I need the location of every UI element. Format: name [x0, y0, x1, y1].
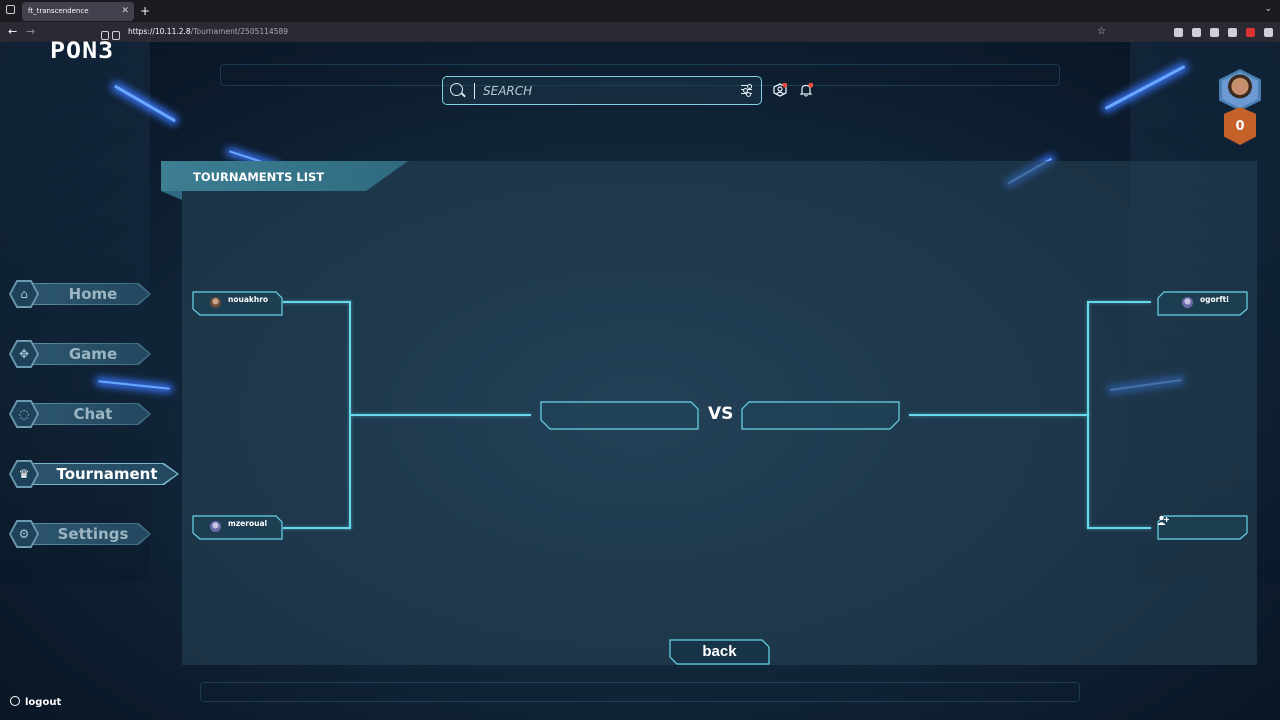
sidebar-item-label: Settings	[57, 525, 129, 543]
gamepad-icon: ✥	[18, 347, 30, 361]
vs-label: VS	[708, 404, 734, 424]
chat-icon: ◌	[18, 407, 30, 421]
tab-title: ft_transcendence	[28, 7, 89, 15]
avatar	[1182, 297, 1193, 308]
tab-close-icon[interactable]: ✕	[121, 2, 129, 21]
search-caret	[474, 83, 475, 99]
final-slot-right	[741, 401, 900, 430]
player-name: nouakhro	[228, 295, 269, 304]
filter-icon[interactable]	[741, 83, 752, 97]
player-slot-right-top[interactable]: ogorfti	[1157, 291, 1248, 316]
trophy-icon: ♛	[18, 467, 30, 481]
logout-button[interactable]: logout	[10, 696, 61, 710]
add-user-icon[interactable]	[1157, 515, 1169, 526]
final-slot-frame	[540, 401, 699, 430]
url-path: /Tournament/2505114589	[190, 27, 289, 36]
bracket-line	[1089, 527, 1151, 529]
bracket-line	[283, 301, 351, 303]
pong-logo[interactable]: PON3	[50, 37, 114, 63]
avatar[interactable]	[1219, 69, 1261, 111]
sidebar-item-label: Chat	[73, 405, 113, 423]
bracket-line	[283, 527, 351, 529]
bracket-line	[909, 414, 1089, 416]
extension-icon[interactable]	[1210, 28, 1219, 37]
browser-navbar: ← → https://10.11.2.8/Tournament/2505114…	[0, 22, 1280, 42]
avatar	[210, 297, 221, 308]
player-name: ogorfti	[1200, 295, 1229, 304]
browser-tab[interactable]: ft_transcendence ✕	[22, 2, 134, 21]
notification-bell-icon[interactable]	[799, 83, 813, 97]
player-name: mzeroual	[228, 519, 268, 528]
logout-icon	[10, 696, 20, 706]
player-slot-left-top[interactable]: nouakhro	[192, 291, 283, 316]
back-button[interactable]: back	[669, 639, 770, 665]
bg-frame	[200, 682, 1080, 702]
search-input[interactable]	[483, 80, 723, 102]
home-icon: ⌂	[20, 287, 28, 301]
slot-frame	[1157, 515, 1248, 540]
search-bar[interactable]	[442, 76, 762, 105]
download-icon[interactable]	[1192, 28, 1201, 37]
bracket-line	[1089, 301, 1151, 303]
sidebar-item-label: Game	[68, 345, 118, 363]
gear-icon: ⚙	[18, 527, 30, 541]
url-bar[interactable]: https://10.11.2.8/Tournament/2505114589	[96, 24, 1116, 40]
new-tab-button[interactable]: +	[140, 2, 150, 20]
forward-arrow-icon[interactable]: →	[26, 24, 35, 40]
final-slot-frame	[741, 401, 900, 430]
menu-icon[interactable]	[1264, 28, 1273, 37]
page-title: TOURNAMENTS LIST	[193, 170, 325, 184]
bracket-line	[351, 414, 531, 416]
sidebar-item-label: Tournament	[56, 465, 158, 483]
puzzle-icon[interactable]	[1228, 28, 1237, 37]
bookmark-star-icon[interactable]: ☆	[1097, 24, 1106, 40]
level-badge: 0	[1224, 107, 1256, 145]
tab-list-icon[interactable]	[6, 5, 15, 14]
player-slot-right-bottom-empty[interactable]	[1157, 515, 1248, 540]
logout-label: logout	[25, 697, 62, 708]
url-host: https://10.11.2.8	[128, 27, 191, 36]
back-arrow-icon[interactable]: ←	[8, 24, 17, 40]
final-slot-left	[540, 401, 699, 430]
pocket-icon[interactable]	[1174, 28, 1183, 37]
sidebar-item-label: Home	[68, 285, 118, 303]
search-icon	[450, 83, 463, 96]
bg-pillar	[0, 42, 150, 582]
player-slot-left-bottom[interactable]: mzeroual	[192, 515, 283, 540]
tab-menu-chevron-icon[interactable]: ⌄	[1264, 4, 1272, 14]
avatar	[210, 521, 221, 532]
friend-request-icon[interactable]	[773, 83, 787, 97]
browser-tabbar: ft_transcendence ✕ + ⌄	[0, 0, 1280, 22]
adblock-icon[interactable]	[1246, 28, 1255, 37]
back-button-label: back	[702, 643, 737, 660]
avatar-image	[1222, 72, 1258, 108]
user-profile[interactable]: 0	[1219, 69, 1261, 147]
